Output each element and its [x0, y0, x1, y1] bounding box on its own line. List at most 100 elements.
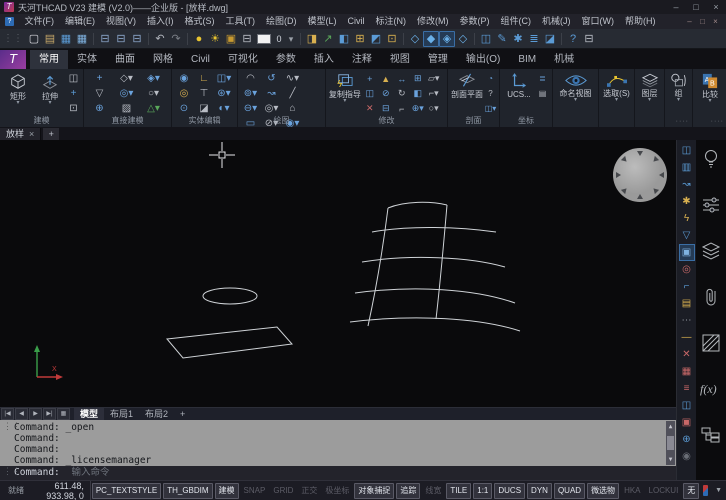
hatch-pattern-icon[interactable]: [700, 332, 722, 354]
ribbon-icon[interactable]: ▨: [113, 101, 140, 116]
toolbar-icon[interactable]: ↷: [168, 31, 184, 47]
ribbon-icon[interactable]: ?: [484, 86, 497, 101]
layout-nav-button[interactable]: ▶|: [43, 408, 56, 420]
menu-item[interactable]: 参数(P): [454, 14, 495, 29]
ucs-button[interactable]: UCS...: [502, 71, 536, 116]
ribbon-icon[interactable]: ∿▾: [282, 71, 303, 86]
status-toggle[interactable]: PC_TEXTSTYLE: [92, 483, 161, 499]
ribbon-icon[interactable]: +: [66, 86, 81, 101]
ribbon-icon[interactable]: ⊕▾: [410, 101, 426, 116]
status-toggle[interactable]: DUCS: [494, 483, 525, 499]
status-toggle[interactable]: GRID: [270, 484, 296, 498]
toolbar-icon[interactable]: ▦: [58, 31, 74, 47]
toolbar-icon[interactable]: [145, 31, 152, 47]
toolbar-icon[interactable]: ≣: [526, 31, 542, 47]
ribbon-icon[interactable]: ⊤: [194, 86, 214, 101]
loft-surface-entity[interactable]: [350, 202, 520, 331]
status-toggle[interactable]: 对象捕捉: [354, 483, 394, 499]
ribbon-icon[interactable]: ⊡: [66, 101, 81, 116]
ribbon-icon[interactable]: ◫: [66, 71, 81, 86]
ribbon-icon[interactable]: +: [362, 71, 378, 86]
toolbar-icon[interactable]: ✱: [510, 31, 526, 47]
toolbar-icon[interactable]: ↗: [320, 31, 336, 47]
side-tool-icon[interactable]: ◫: [679, 397, 695, 414]
side-tool-icon[interactable]: ϟ: [679, 210, 695, 227]
menu-item[interactable]: 组件(C): [495, 14, 537, 29]
hierarchy-icon[interactable]: [700, 424, 722, 446]
toolbar-icon[interactable]: ◇: [407, 31, 423, 47]
status-toggle[interactable]: TILE: [446, 483, 471, 499]
add-layout-button[interactable]: +: [174, 408, 191, 420]
side-tool-icon[interactable]: ✱: [679, 193, 695, 210]
ribbon-icon[interactable]: ◠: [240, 71, 261, 86]
toolbar-icon[interactable]: ⊟: [113, 31, 129, 47]
toolbar-icon[interactable]: 0: [273, 31, 285, 47]
brand-chip-icon[interactable]: [703, 485, 708, 496]
close-button[interactable]: ×: [706, 2, 726, 12]
toolbar-icon[interactable]: ⊡: [384, 31, 400, 47]
copy-guide-button[interactable]: ϟ 复制指导 ▾: [328, 71, 362, 116]
toolbar-icon[interactable]: ◪: [542, 31, 558, 47]
ribbon-icon[interactable]: ⌐: [394, 101, 410, 116]
side-tool-icon[interactable]: ↝: [679, 176, 695, 193]
command-history[interactable]: ⋮⋮ Command: _openCommand:Command:Command…: [0, 420, 676, 466]
ribbon-icon[interactable]: ▤: [536, 86, 549, 101]
ribbon-icon[interactable]: ◇▾: [113, 71, 140, 86]
toolbar-icon[interactable]: ▦: [74, 31, 90, 47]
toolbar-icon[interactable]: ◨: [304, 31, 320, 47]
side-tool-icon[interactable]: ◎: [679, 261, 695, 278]
side-tool-icon[interactable]: ▤: [679, 295, 695, 312]
toolbar-icon[interactable]: ◇: [455, 31, 471, 47]
status-toggle[interactable]: LOCKUI: [646, 484, 682, 498]
status-toggle[interactable]: 线宽: [422, 484, 444, 498]
layout-tab[interactable]: 模型: [74, 408, 104, 420]
ribbon-icon[interactable]: ▲: [378, 71, 394, 86]
document-tab[interactable]: 放样 ×: [0, 128, 41, 140]
ribbon-icon[interactable]: ◪: [194, 101, 214, 116]
toolbar-icon[interactable]: ◧: [336, 31, 352, 47]
status-toggle[interactable]: 无: [683, 483, 699, 499]
status-toggle[interactable]: 建模: [215, 483, 239, 499]
ribbon-icon[interactable]: ↝: [261, 86, 282, 101]
toolbar-icon[interactable]: ⊞: [352, 31, 368, 47]
ribbon-icon[interactable]: ⊘: [378, 86, 394, 101]
status-toggle[interactable]: 正交: [298, 484, 320, 498]
ribbon-tab[interactable]: 视图: [381, 50, 419, 69]
menu-item[interactable]: 工具(T): [220, 14, 261, 29]
toolbar-icon[interactable]: ⊟: [97, 31, 113, 47]
layout-nav-button[interactable]: ◀: [15, 408, 28, 420]
ribbon-icon[interactable]: ◫▾: [214, 71, 234, 86]
toolbar-icon[interactable]: ▾: [285, 31, 297, 47]
toolbar-icon[interactable]: ◫: [478, 31, 494, 47]
status-toggle[interactable]: 1:1: [473, 483, 492, 499]
drawing-canvas[interactable]: X: [0, 140, 676, 407]
toolbar-icon[interactable]: ?: [565, 31, 581, 47]
ribbon-icon[interactable]: ⊖▾: [240, 101, 261, 116]
status-toggle[interactable]: TH_GBDIM: [163, 483, 212, 499]
attachments-icon[interactable]: [700, 286, 722, 308]
ribbon-icon[interactable]: ▽: [86, 86, 113, 101]
ribbon-tab[interactable]: 管理: [419, 50, 457, 69]
side-tool-icon[interactable]: ▣: [679, 244, 695, 261]
ribbon-icon[interactable]: ◔: [484, 71, 497, 86]
menu-item[interactable]: 修改(M): [412, 14, 455, 29]
ribbon-icon[interactable]: ◫: [362, 86, 378, 101]
status-toggle[interactable]: DYN: [527, 483, 552, 499]
ribbon-icon[interactable]: ○▾: [140, 86, 167, 101]
menu-item[interactable]: 视图(V): [101, 14, 142, 29]
toolbar-icon[interactable]: ▤: [42, 31, 58, 47]
ribbon-icon[interactable]: ⊚▾: [240, 86, 261, 101]
toolbar-icon[interactable]: [471, 31, 478, 47]
status-toggle[interactable]: 极坐标: [322, 484, 352, 498]
toolbar-icon[interactable]: [297, 31, 304, 47]
toolbar-icon[interactable]: ↶: [152, 31, 168, 47]
side-tool-icon[interactable]: ⋯: [679, 312, 695, 329]
ribbon-icon[interactable]: ◈▾: [140, 71, 167, 86]
ribbon-tab[interactable]: 曲面: [106, 50, 144, 69]
toolbar-icon[interactable]: [558, 31, 565, 47]
box-button[interactable]: 矩形 ▾: [2, 71, 34, 116]
menu-item[interactable]: Civil: [342, 14, 370, 29]
side-tool-icon[interactable]: ▥: [679, 159, 695, 176]
ribbon-tab[interactable]: 常用: [30, 50, 68, 69]
toolbar-icon[interactable]: ⊟: [581, 31, 597, 47]
